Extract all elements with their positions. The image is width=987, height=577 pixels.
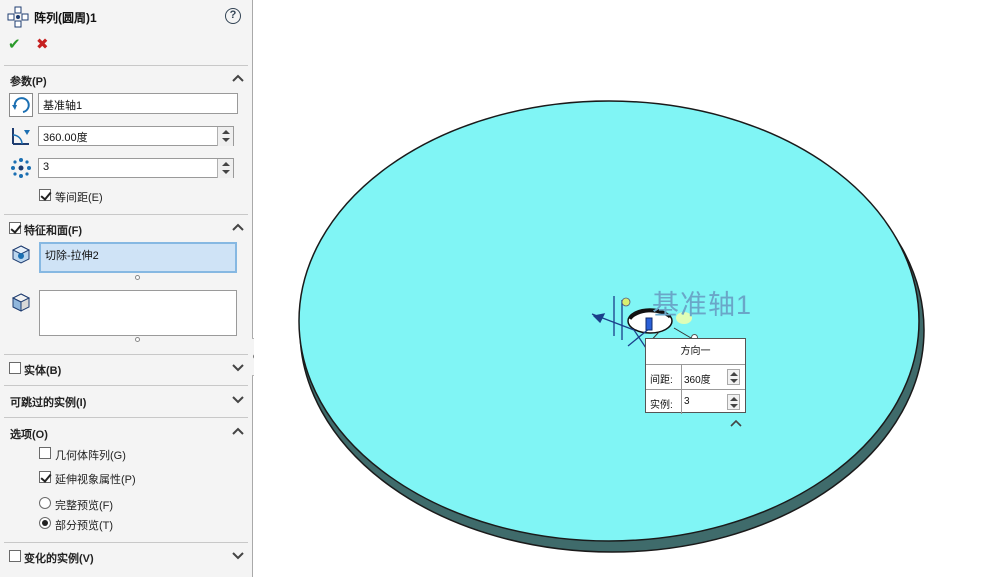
instances-spinner[interactable] [217, 159, 233, 178]
spacing-value[interactable]: 360度 [684, 371, 711, 386]
chevron-up-icon[interactable] [231, 222, 245, 232]
instances-value[interactable]: 3 [684, 396, 690, 407]
section-header-bodies[interactable]: 实体(B) [24, 362, 61, 378]
full-preview-radio[interactable] [39, 497, 51, 509]
equal-spacing-checkbox[interactable] [39, 189, 51, 201]
section-header-parameters[interactable]: 参数(P) [10, 73, 47, 89]
angle-icon [12, 128, 30, 145]
propagate-visual-label: 延伸视象属性(P) [55, 474, 136, 486]
instances-count-icon [11, 158, 31, 178]
divider [4, 354, 248, 355]
chevron-up-icon[interactable] [730, 419, 742, 427]
section-header-features-faces[interactable]: 特征和面(F) [24, 222, 82, 238]
cancel-x-icon[interactable]: ✖ [36, 35, 49, 53]
divider [4, 385, 248, 386]
angle-spinner[interactable] [217, 127, 233, 146]
axis-dot [621, 297, 631, 307]
callout-title: 方向一 [646, 339, 745, 365]
chevron-up-icon[interactable] [231, 426, 245, 436]
axis-field[interactable]: 基准轴1 [38, 93, 238, 114]
section-header-skip-instances[interactable]: 可跳过的实例(I) [10, 394, 86, 410]
features-to-pattern-list[interactable]: 切除-拉伸2 [39, 242, 237, 273]
graphics-viewport[interactable]: 基准轴1 方向一 间距: 360度 实例: 3 [254, 0, 987, 577]
feature-icon [11, 245, 31, 264]
propagate-visual-checkbox[interactable] [39, 471, 51, 483]
circular-pattern-icon [7, 6, 29, 28]
section-header-vary-instances[interactable]: 变化的实例(V) [24, 550, 94, 566]
divider [4, 65, 248, 66]
instances-field[interactable]: 3 [38, 158, 234, 178]
instances-label: 实例: [650, 400, 673, 411]
instances-spinner[interactable] [727, 394, 740, 410]
face-icon [11, 293, 31, 312]
divider [4, 542, 248, 543]
features-faces-checkbox[interactable] [9, 222, 21, 234]
list-item[interactable]: 切除-拉伸2 [45, 247, 231, 263]
faces-to-pattern-list[interactable] [39, 290, 237, 336]
chevron-down-icon[interactable] [231, 551, 245, 561]
full-preview-label: 完整预览(F) [55, 500, 114, 512]
ok-checkmark-icon[interactable]: ✔ [8, 35, 21, 53]
panel-header: 阵列(圆周)1 ? ✔ ✖ [0, 0, 252, 66]
partial-preview-label: 部分预览(T) [55, 520, 114, 532]
angle-field[interactable]: 360.00度 [38, 126, 234, 146]
list-resize-grip[interactable] [135, 337, 140, 342]
geometry-pattern-label: 几何体阵列(G) [55, 450, 126, 462]
bodies-checkbox[interactable] [9, 362, 21, 374]
vary-instances-checkbox[interactable] [9, 550, 21, 562]
panel-title: 阵列(圆周)1 [34, 11, 97, 25]
chevron-up-icon[interactable] [231, 73, 245, 83]
model-canvas[interactable] [254, 0, 987, 577]
divider [4, 417, 248, 418]
datum-axis-label: 基准轴1 [652, 290, 753, 320]
geometry-pattern-checkbox[interactable] [39, 447, 51, 459]
chevron-down-icon[interactable] [231, 363, 245, 373]
spacing-spinner[interactable] [727, 369, 740, 385]
callout-row-spacing: 间距: 360度 [646, 365, 745, 389]
property-manager-panel: 阵列(圆周)1 ? ✔ ✖ 参数(P) 基准轴1 360.00度 3 等间距(E… [0, 0, 253, 577]
direction-callout: 方向一 间距: 360度 实例: 3 [645, 338, 746, 414]
divider [4, 214, 248, 215]
callout-row-instances: 实例: 3 [646, 389, 745, 414]
section-header-options[interactable]: 选项(O) [10, 426, 48, 442]
partial-preview-radio[interactable] [39, 517, 51, 529]
equal-spacing-label: 等间距(E) [55, 192, 103, 204]
list-resize-grip[interactable] [135, 275, 140, 280]
rotate-axis-icon[interactable] [9, 93, 33, 117]
help-icon[interactable]: ? [225, 8, 241, 24]
chevron-down-icon[interactable] [231, 395, 245, 405]
spacing-label: 间距: [650, 375, 673, 386]
